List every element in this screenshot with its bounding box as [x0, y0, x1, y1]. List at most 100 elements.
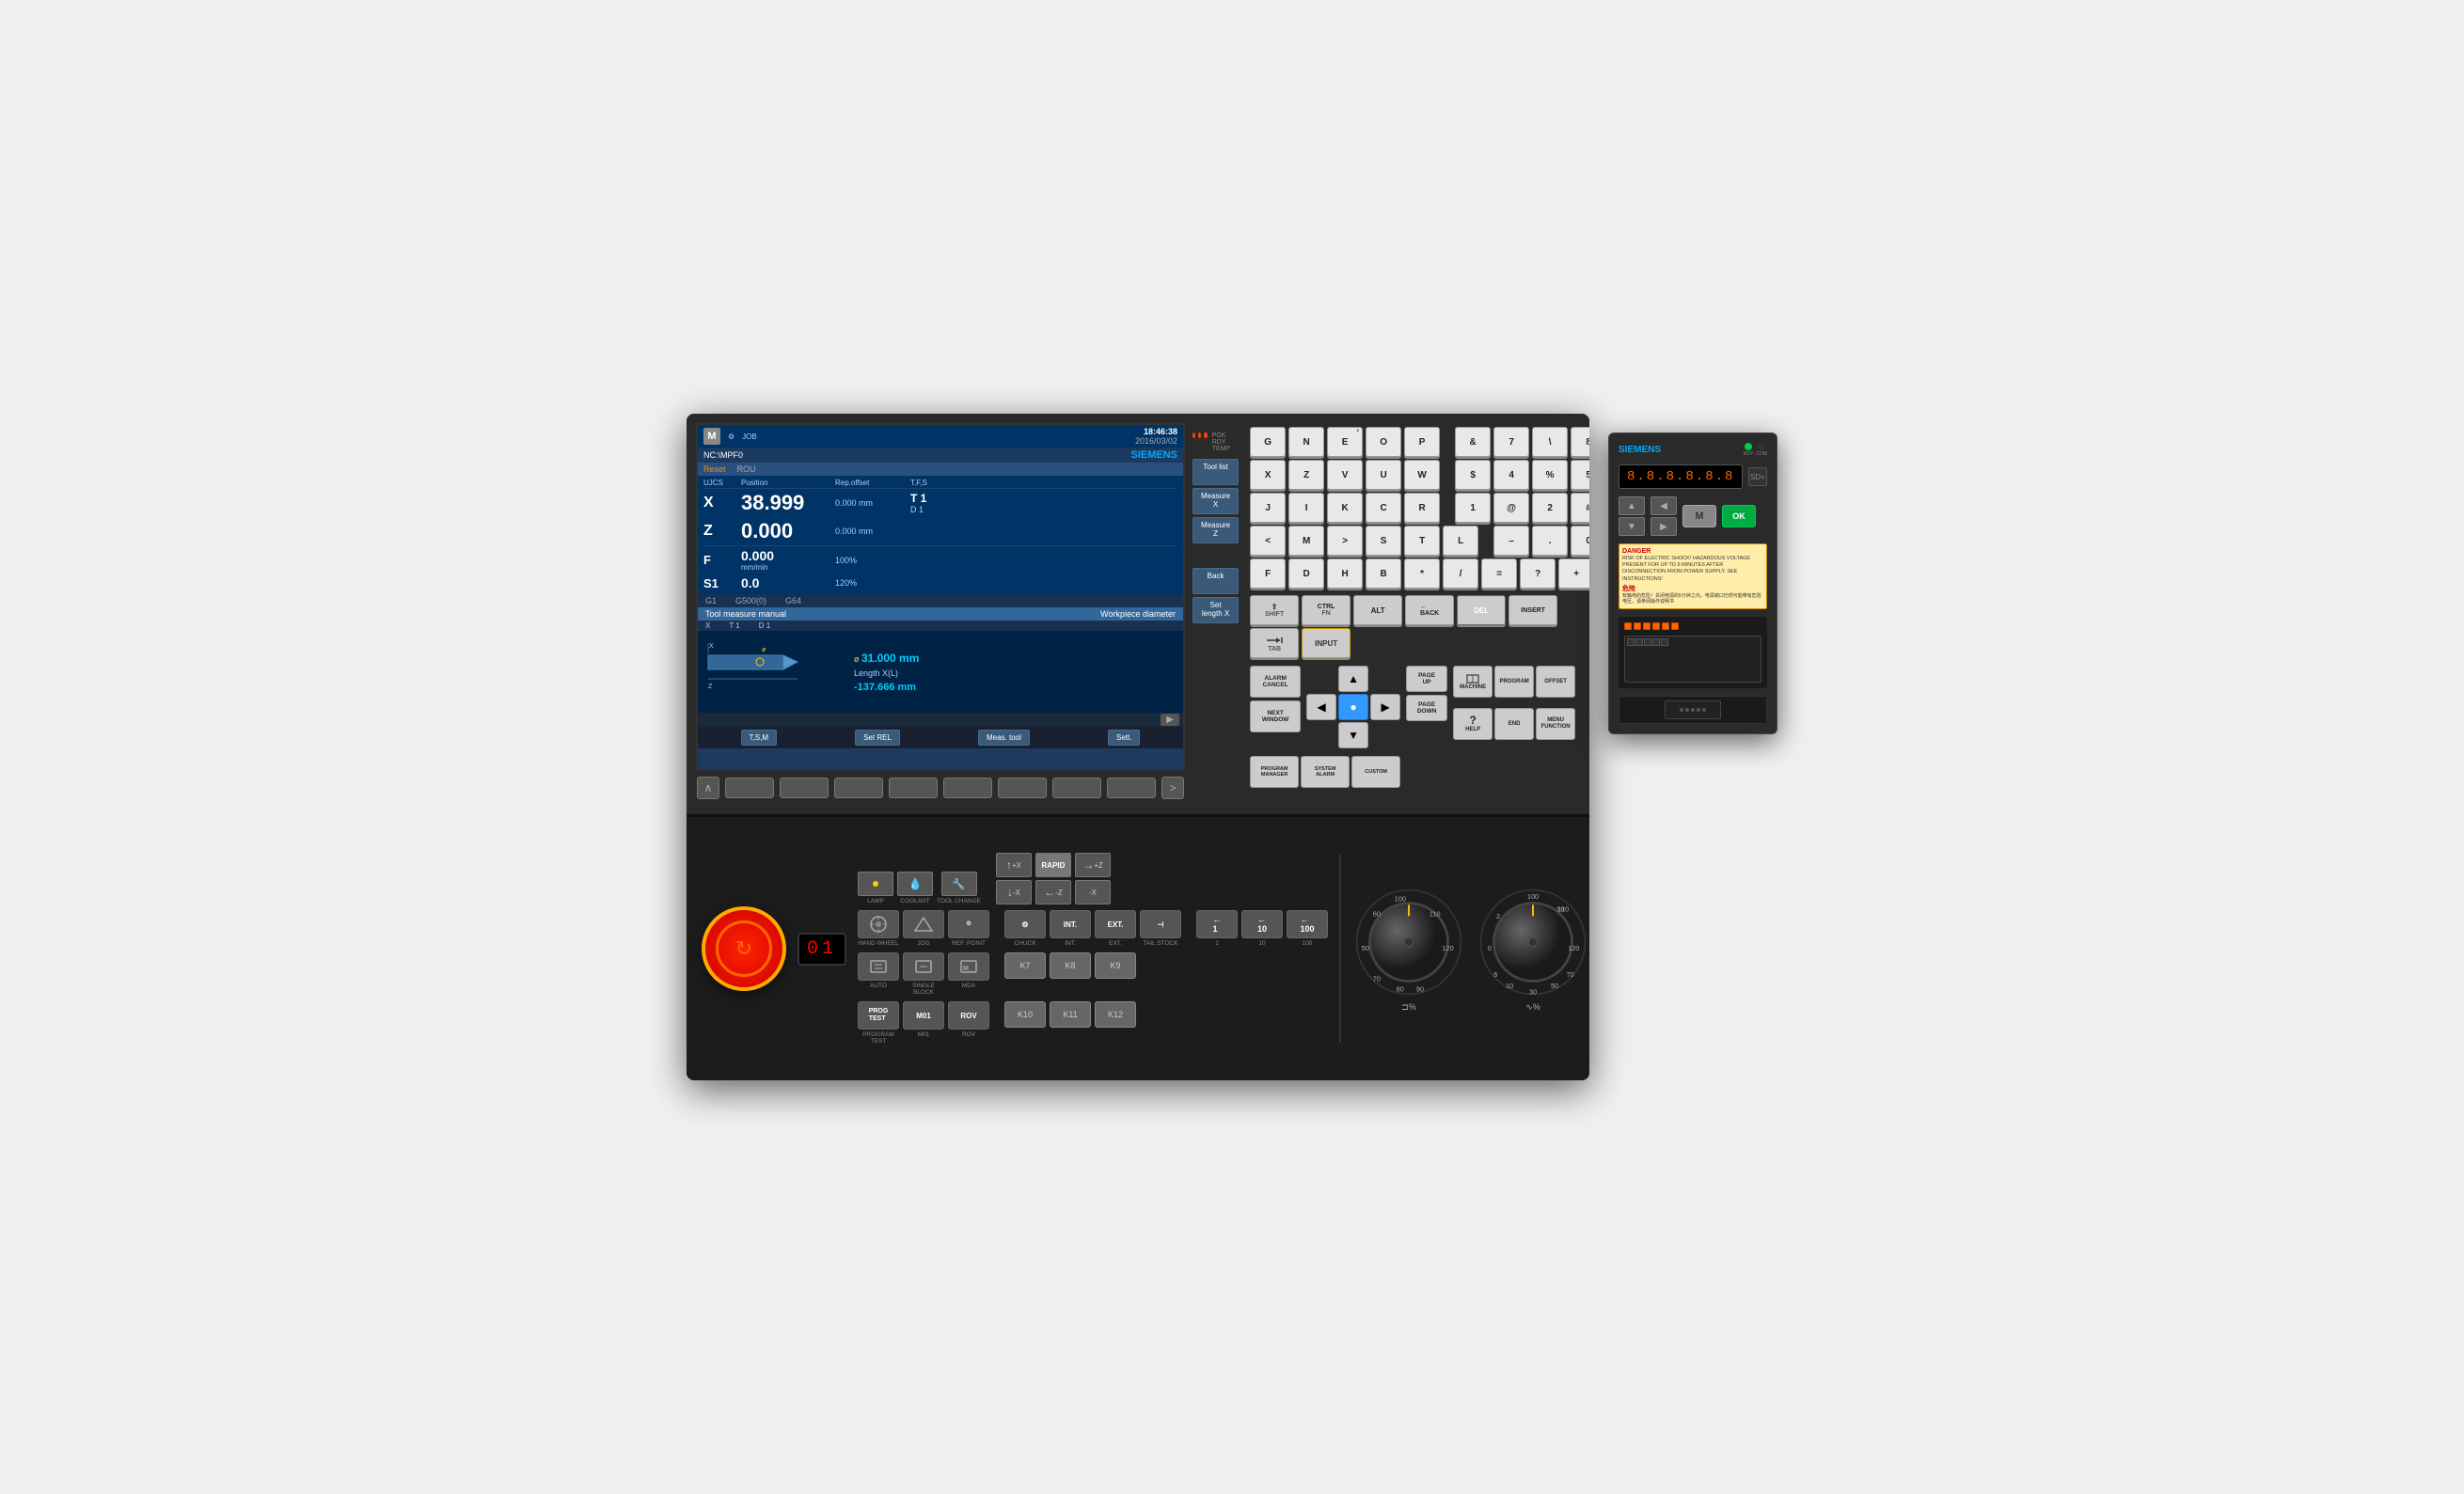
btn-auto[interactable]: AUTO: [858, 952, 899, 996]
drive-ok-button[interactable]: OK: [1722, 505, 1756, 527]
btn-step1[interactable]: ←1 1: [1196, 910, 1238, 947]
key-question[interactable]: ?: [1520, 558, 1556, 589]
key-v[interactable]: V: [1327, 460, 1363, 490]
key-backslash[interactable]: \: [1532, 427, 1568, 457]
key-u[interactable]: U: [1366, 460, 1401, 490]
key-g[interactable]: G: [1250, 427, 1286, 457]
key-back[interactable]: ←BACK: [1405, 595, 1454, 625]
btn-pos-z[interactable]: →+Z: [1075, 853, 1111, 877]
softkey-measurex[interactable]: Measure X: [1193, 488, 1239, 514]
btn-alarm-cancel[interactable]: ALARMCANCEL: [1250, 666, 1301, 698]
fkey-4[interactable]: [889, 778, 938, 798]
key-ctrl[interactable]: CTRLFN: [1302, 595, 1350, 625]
drive-up-btn[interactable]: ▲: [1619, 496, 1645, 515]
key-percent[interactable]: %: [1532, 460, 1568, 490]
fkey-2[interactable]: [780, 778, 829, 798]
key-gt[interactable]: >: [1327, 526, 1363, 556]
key-j[interactable]: J: [1250, 493, 1286, 523]
softkey-measurez[interactable]: Measure Z: [1193, 517, 1239, 543]
btn-k8[interactable]: K8: [1050, 952, 1091, 979]
btn-program-manager[interactable]: PROGRAMMANAGER: [1250, 756, 1299, 788]
key-h[interactable]: H: [1327, 558, 1363, 589]
key-o[interactable]: O: [1366, 427, 1401, 457]
key-slash[interactable]: /: [1443, 558, 1478, 589]
btn-system-alarm[interactable]: SYSTEMALARM: [1301, 756, 1350, 788]
btn-jog[interactable]: JOG: [903, 910, 944, 947]
softkey-sett[interactable]: Sett.: [1108, 730, 1140, 746]
fkey-5[interactable]: [943, 778, 992, 798]
arrow-down[interactable]: ▼: [1338, 722, 1368, 748]
softkey-toollist[interactable]: Tool list: [1193, 459, 1239, 485]
key-i[interactable]: I: [1288, 493, 1324, 523]
arrow-up[interactable]: ▲: [1338, 666, 1368, 692]
select-btn[interactable]: ●: [1338, 694, 1368, 720]
key-dot[interactable]: .: [1532, 526, 1568, 556]
btn-m01[interactable]: M01 M01: [903, 1001, 944, 1045]
key-alt[interactable]: ALT: [1353, 595, 1402, 625]
btn-handwheel[interactable]: HAND WHEEL: [858, 910, 899, 947]
btn-machine[interactable]: MACHINE: [1453, 666, 1493, 698]
btn-neg-z[interactable]: ←-Z: [1035, 880, 1071, 904]
coolant-button[interactable]: 💧 COOLANT: [897, 872, 933, 904]
btn-rapid[interactable]: RAPID: [1035, 853, 1071, 877]
drive-left-btn[interactable]: ◀: [1651, 496, 1677, 515]
key-star[interactable]: *: [1404, 558, 1440, 589]
btn-neg-x[interactable]: ↓-X: [996, 880, 1032, 904]
key-p[interactable]: P: [1404, 427, 1440, 457]
btn-k12[interactable]: K12: [1095, 1001, 1136, 1028]
key-insert[interactable]: INSERT: [1508, 595, 1557, 625]
btn-k11[interactable]: K11: [1050, 1001, 1091, 1028]
btn-mda[interactable]: M_ MDA: [948, 952, 989, 996]
btn-end[interactable]: END: [1494, 708, 1534, 740]
arrow-left[interactable]: ◀: [1306, 694, 1336, 720]
softkey-setrel[interactable]: Set REL: [855, 730, 900, 746]
btn-k10[interactable]: K10: [1004, 1001, 1046, 1028]
softkey-meastool[interactable]: Meas. tool: [978, 730, 1030, 746]
key-s[interactable]: S: [1366, 526, 1401, 556]
btn-ext[interactable]: EXT. EXT.: [1095, 910, 1136, 947]
key-4[interactable]: 4: [1493, 460, 1529, 490]
nav-up-btn[interactable]: ∧: [697, 777, 719, 799]
fkey-8[interactable]: [1107, 778, 1156, 798]
key-amp[interactable]: &: [1455, 427, 1491, 457]
fkey-3[interactable]: [834, 778, 883, 798]
key-w[interactable]: W: [1404, 460, 1440, 490]
key-minus[interactable]: –: [1493, 526, 1529, 556]
btn-offset[interactable]: OFFSET: [1536, 666, 1575, 698]
drive-down-btn[interactable]: ▼: [1619, 517, 1645, 536]
expand-btn[interactable]: ▶: [1161, 714, 1179, 726]
btn-help[interactable]: ? HELP: [1453, 708, 1493, 740]
btn-int[interactable]: INT. INT.: [1050, 910, 1091, 947]
btn-x-neg2[interactable]: -X: [1075, 880, 1111, 904]
softkey-tsm[interactable]: T,S,M: [741, 730, 777, 746]
key-r[interactable]: R: [1404, 493, 1440, 523]
btn-page-down[interactable]: PAGEDOWN: [1406, 695, 1447, 721]
key-dollar[interactable]: $: [1455, 460, 1491, 490]
btn-rov[interactable]: ROV ROV: [948, 1001, 989, 1045]
key-m[interactable]: M: [1288, 526, 1324, 556]
tool-change-button[interactable]: 🔧 TOOL CHANGE: [937, 872, 981, 904]
key-z[interactable]: Z: [1288, 460, 1324, 490]
key-c[interactable]: C: [1366, 493, 1401, 523]
fkey-7[interactable]: [1052, 778, 1101, 798]
key-b[interactable]: B: [1366, 558, 1401, 589]
btn-page-up[interactable]: PAGEUP: [1406, 666, 1447, 692]
key-plus[interactable]: +: [1558, 558, 1589, 589]
nav-right-btn[interactable]: >: [1161, 777, 1184, 799]
key-2[interactable]: 2: [1532, 493, 1568, 523]
key-x[interactable]: X: [1250, 460, 1286, 490]
btn-program[interactable]: PROGRAM: [1494, 666, 1534, 698]
key-5[interactable]: 5: [1571, 460, 1589, 490]
key-f[interactable]: F: [1250, 558, 1286, 589]
btn-tailstock[interactable]: ⊣ TAIL STOCK: [1140, 910, 1181, 947]
softkey-setlengthx[interactable]: Set length X: [1193, 597, 1239, 623]
key-7[interactable]: 7: [1493, 427, 1529, 457]
btn-pos-x[interactable]: ↑+X: [996, 853, 1032, 877]
drive-right-btn[interactable]: ▶: [1651, 517, 1677, 536]
btn-k7[interactable]: K7: [1004, 952, 1046, 979]
feedrate-knob[interactable]: 100 110 120 50 60 70 80 90: [1352, 886, 1465, 999]
key-0[interactable]: 0: [1571, 526, 1589, 556]
key-shift[interactable]: ⇧SHIFT: [1250, 595, 1299, 625]
btn-single-block[interactable]: SINGLE BLOCK: [903, 952, 944, 996]
btn-k9[interactable]: K9: [1095, 952, 1136, 979]
